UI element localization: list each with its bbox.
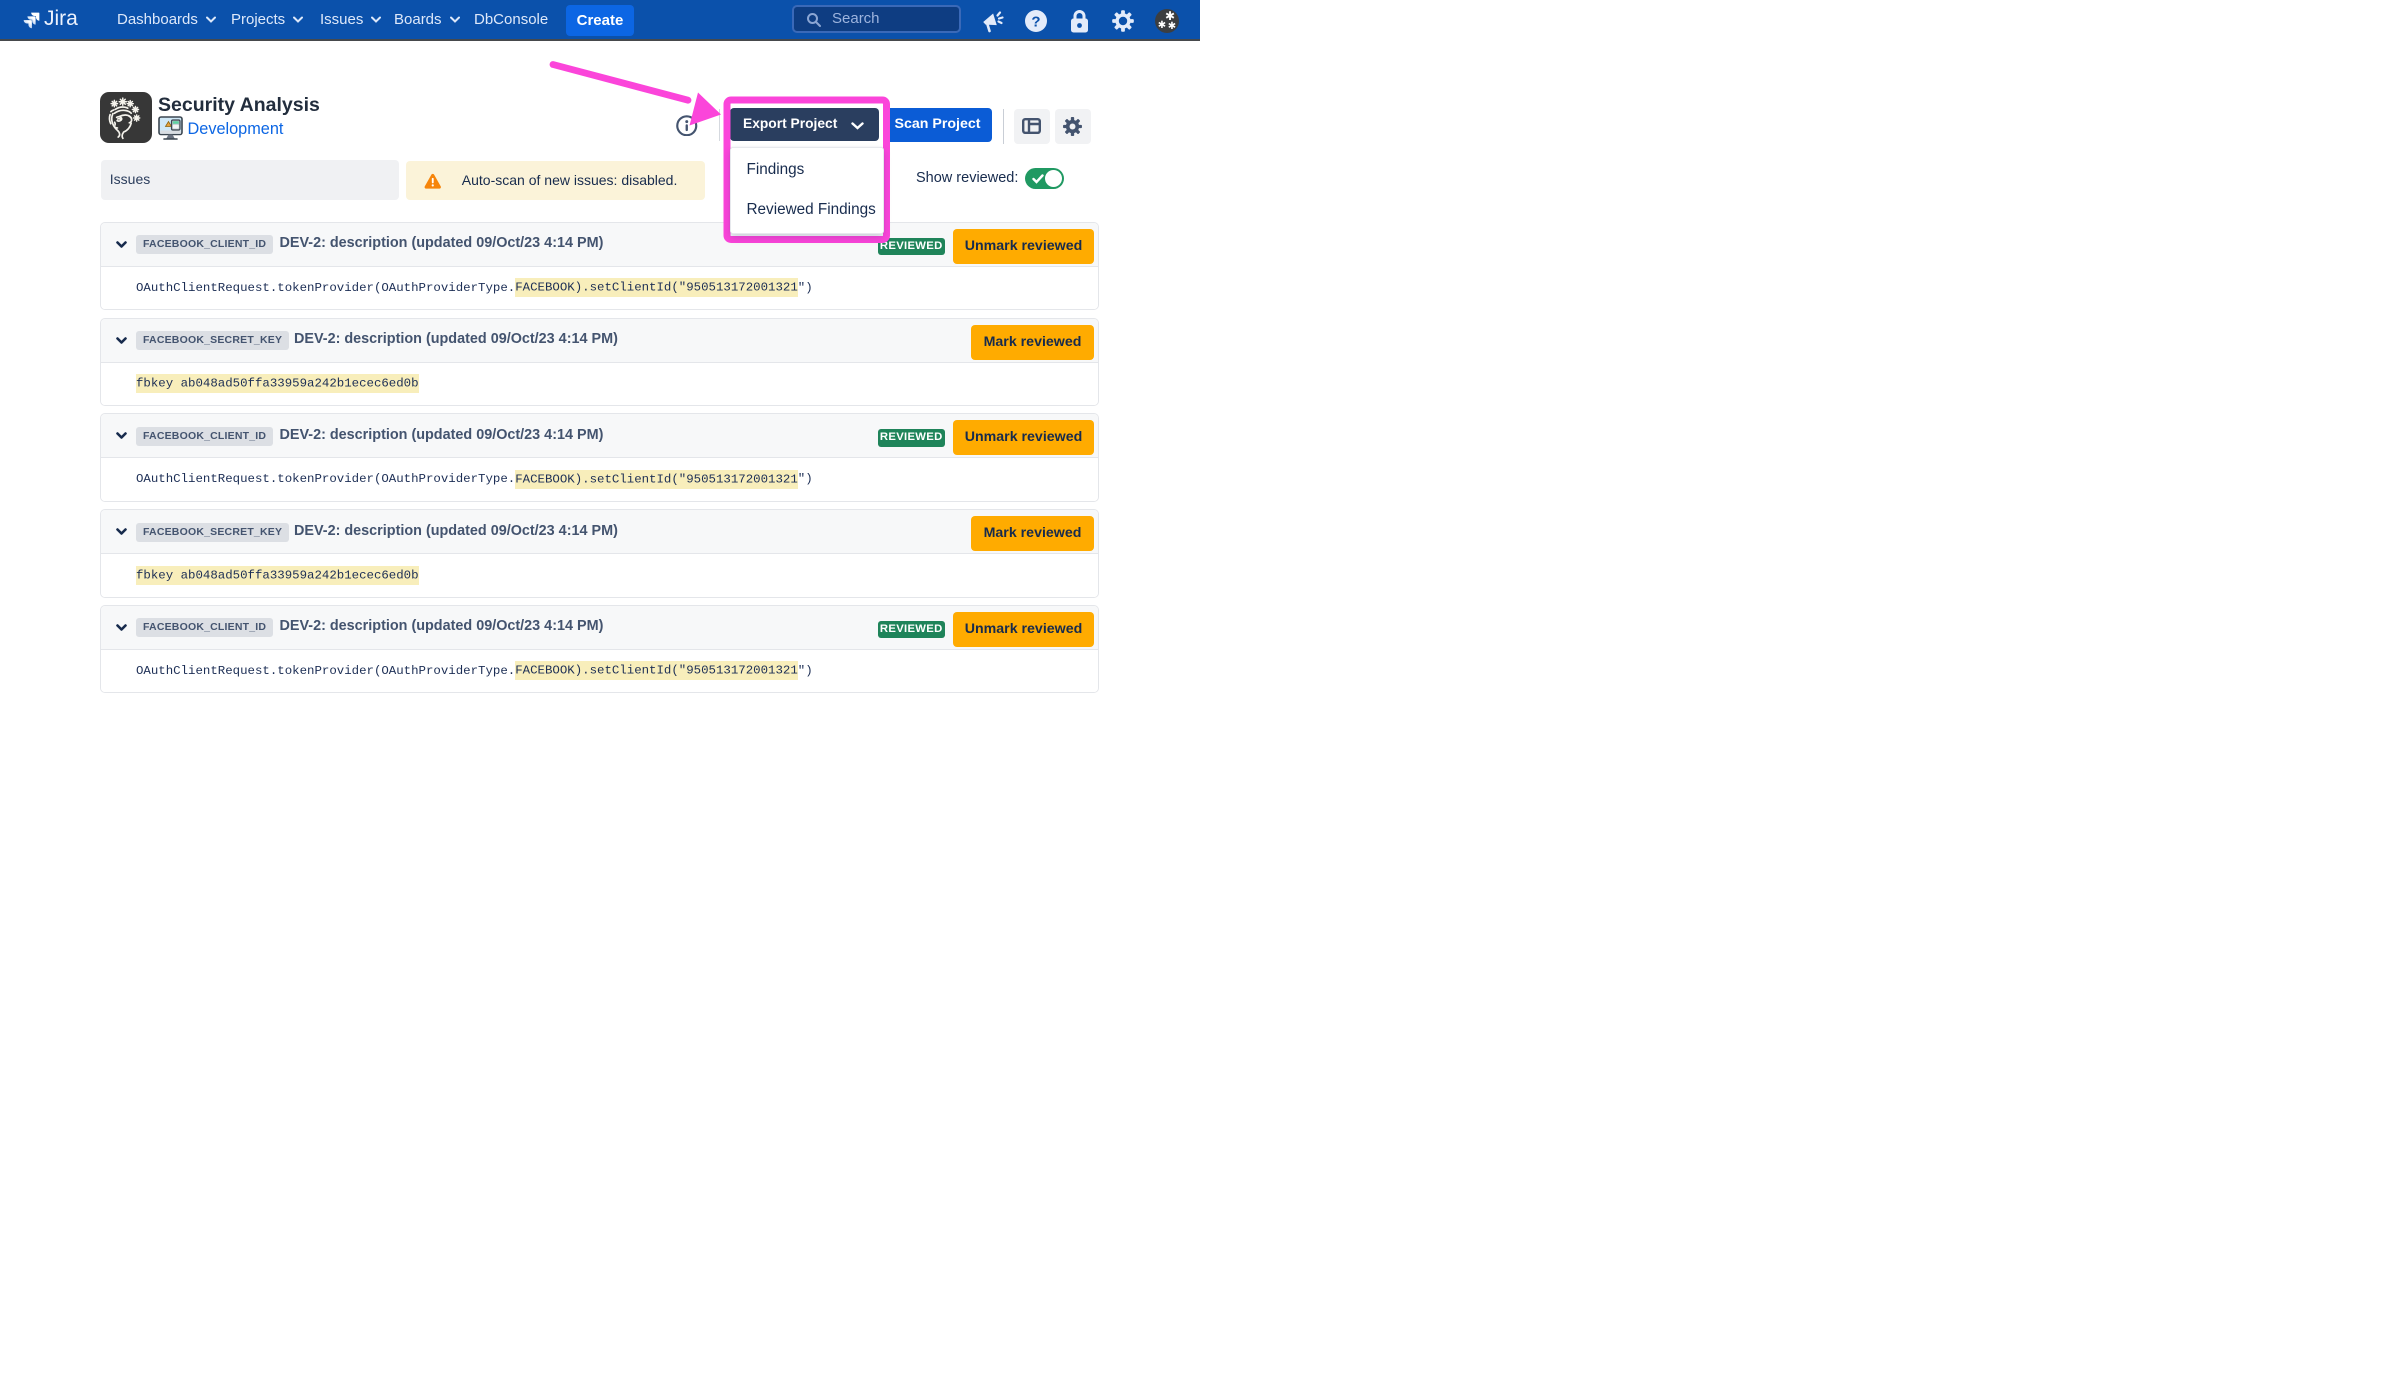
svg-text:✱: ✱ [1168, 21, 1176, 32]
svg-text:✱: ✱ [1158, 20, 1166, 31]
svg-text:?: ? [1031, 13, 1040, 30]
